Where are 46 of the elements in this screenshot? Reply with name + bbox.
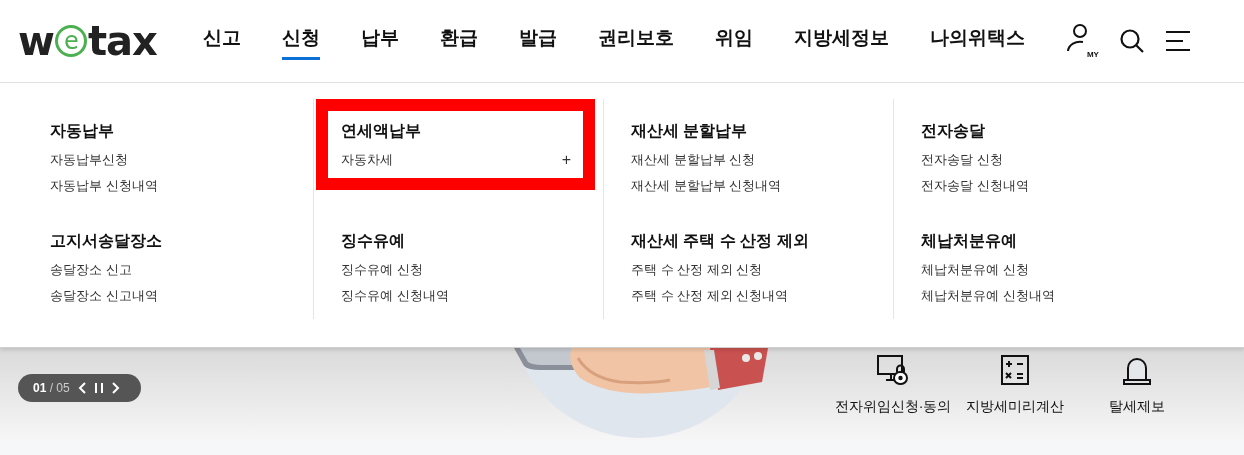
- menu-group-title: 체납처분유예: [921, 231, 1018, 251]
- menu-link[interactable]: 재산세 분할납부 신청: [631, 150, 756, 170]
- menu-group-title: 자동납부: [50, 121, 115, 141]
- nav-tab[interactable]: 나의위택스: [929, 22, 1025, 60]
- nav-tab[interactable]: 권리보호: [597, 22, 674, 60]
- my-account-button[interactable]: MY: [1066, 23, 1099, 59]
- menu-link[interactable]: 주택 수 산정 제외 신청내역: [631, 286, 789, 306]
- menu-link[interactable]: 재산세 분할납부 신청내역: [631, 176, 782, 196]
- menu-link[interactable]: 징수유예 신청내역: [341, 286, 449, 306]
- nav-tab[interactable]: 신고: [202, 22, 241, 60]
- menu-link[interactable]: 주택 수 산정 제외 신청: [631, 260, 763, 280]
- expand-toggle[interactable]: +: [561, 152, 571, 168]
- menu-link[interactable]: 송달장소 신고: [50, 260, 132, 280]
- nav-tab[interactable]: 납부: [360, 22, 399, 60]
- slide-counter: 01 / 05: [33, 380, 70, 397]
- nav-tab[interactable]: 신청: [281, 22, 320, 60]
- wetax-logo[interactable]: w e tax: [18, 21, 157, 61]
- menu-group-title: 징수유예: [341, 231, 406, 251]
- menu-group-title: 고지서송달장소: [50, 231, 163, 251]
- quick-link[interactable]: 지방세미리계산: [954, 354, 1076, 417]
- menu-link[interactable]: 체납처분유예 신청내역: [921, 286, 1055, 306]
- menu-link[interactable]: 전자송달 신청: [921, 150, 1003, 170]
- menu-link[interactable]: 자동납부신청: [50, 150, 128, 170]
- menu-link[interactable]: 전자송달 신청내역: [921, 176, 1029, 196]
- menu-link[interactable]: 자동납부 신청내역: [50, 176, 158, 196]
- menu-link[interactable]: 송달장소 신고내역: [50, 286, 158, 306]
- next-icon[interactable]: [111, 382, 120, 394]
- monitor-lock-icon: [876, 354, 910, 386]
- nav-tab[interactable]: 환급: [439, 22, 478, 60]
- search-icon[interactable]: [1118, 28, 1145, 54]
- nav-tab[interactable]: 지방세정보: [793, 22, 889, 60]
- menu-link[interactable]: 징수유예 신청: [341, 260, 423, 280]
- menu-group-title: 연세액납부: [341, 121, 422, 141]
- previous-icon[interactable]: [77, 382, 86, 394]
- menu-group-title: 전자송달: [921, 121, 986, 141]
- menu-link[interactable]: 자동차세: [341, 150, 393, 170]
- nav-tab[interactable]: 발급: [518, 22, 557, 60]
- menu-group-title: 재산세 분할납부: [631, 121, 749, 141]
- menu-group-title: 재산세 주택 수 산정 제외: [631, 231, 810, 251]
- menu-link[interactable]: 체납처분유예 신청: [921, 260, 1029, 280]
- quick-link[interactable]: 전자위임신청·동의: [832, 354, 954, 417]
- quick-link[interactable]: 탈세제보: [1076, 354, 1198, 417]
- menu-icon[interactable]: [1164, 30, 1191, 52]
- nav-tab[interactable]: 위임: [714, 22, 753, 60]
- calculator-icon: [1000, 354, 1030, 386]
- pause-icon[interactable]: [93, 382, 104, 394]
